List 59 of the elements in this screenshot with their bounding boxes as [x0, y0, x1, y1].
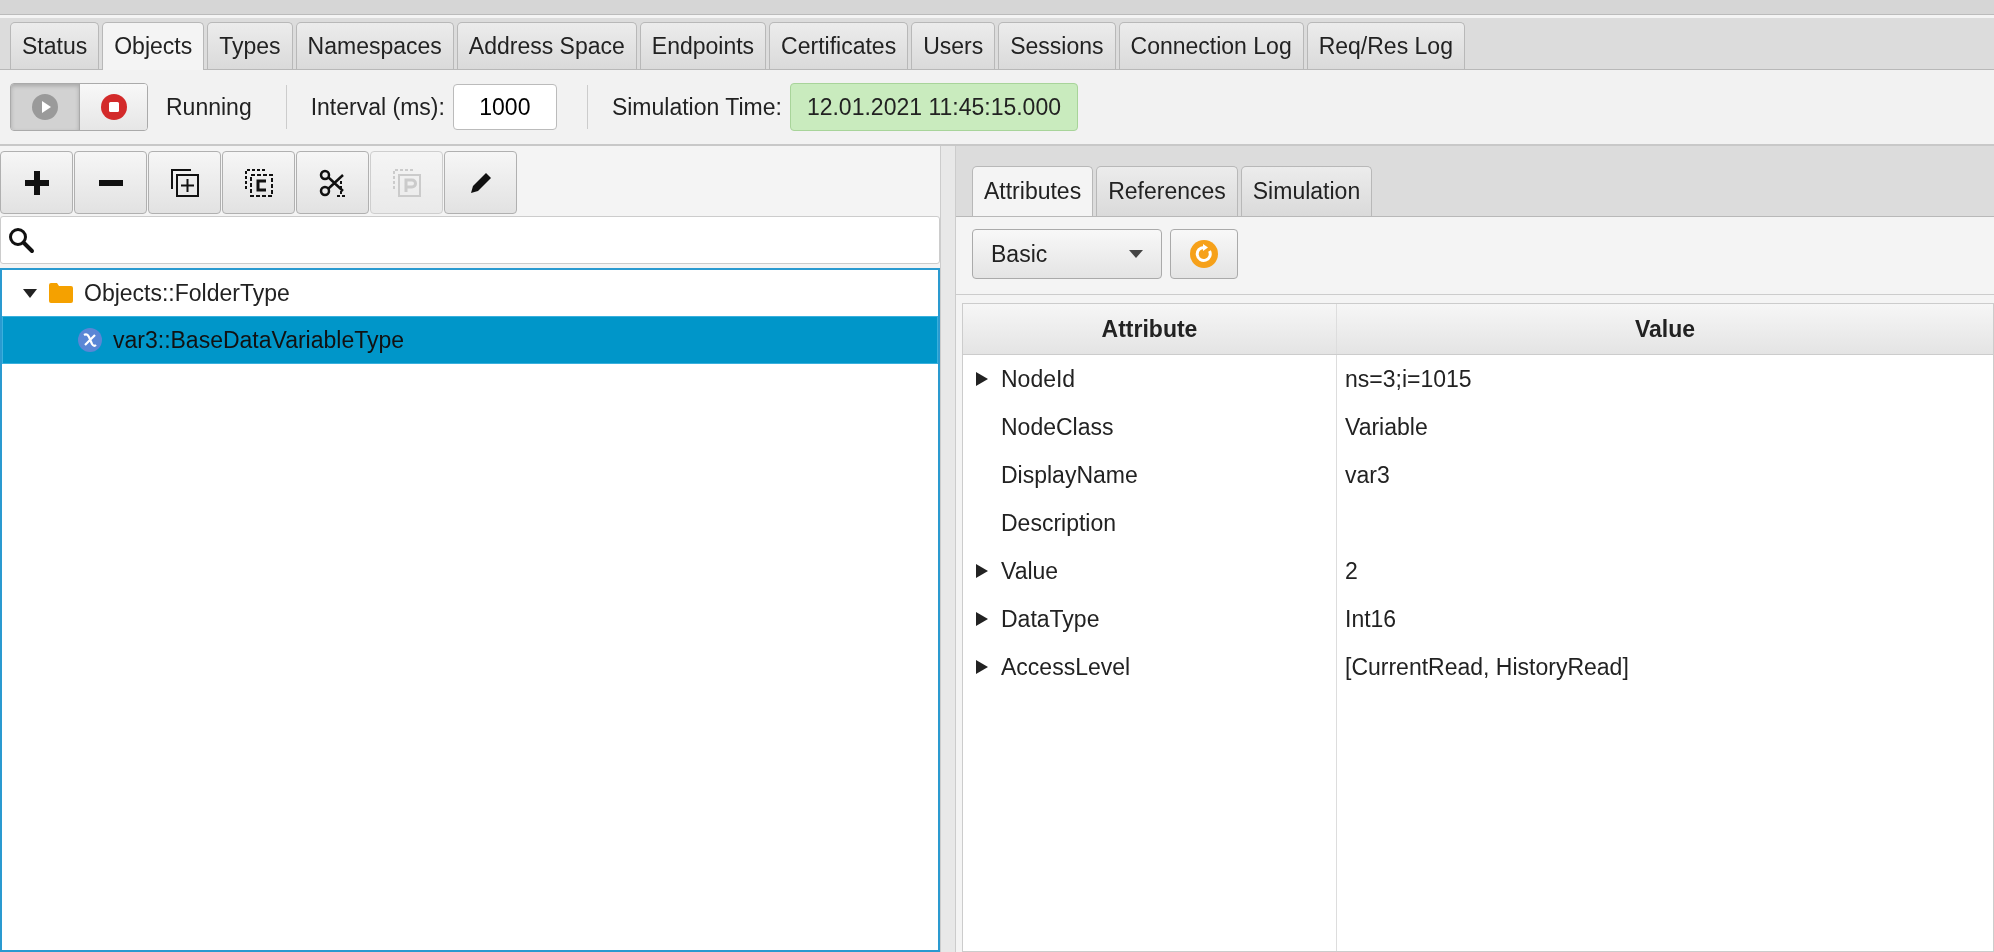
attribute-value: ns=3;i=1015 [1345, 365, 1472, 393]
tab[interactable]: Status [10, 22, 100, 69]
tab[interactable]: Objects [102, 22, 205, 70]
duplicate-icon [168, 166, 201, 199]
attribute-value: var3 [1345, 461, 1390, 489]
tab[interactable]: Types [207, 22, 293, 69]
search-field[interactable] [0, 216, 940, 264]
column-header[interactable]: Attribute [963, 304, 1337, 354]
attribute-name: DisplayName [1001, 461, 1138, 489]
attribute-name: Description [1001, 509, 1117, 537]
toolbar-button[interactable] [148, 151, 221, 214]
expand-arrow-icon[interactable] [975, 659, 989, 675]
tab[interactable]: References [1096, 166, 1238, 216]
attribute-value: [CurrentRead, HistoryRead] [1345, 653, 1629, 681]
attribute-name: NodeId [1001, 365, 1076, 393]
interval-field[interactable]: 1000 [452, 84, 557, 130]
attribute-value: Int16 [1345, 605, 1397, 633]
tab[interactable]: Address Space [456, 22, 637, 69]
toolbar-button[interactable] [296, 151, 369, 214]
toolbar-button[interactable] [74, 151, 147, 214]
expand-arrow-icon[interactable] [975, 611, 989, 627]
toolbar-button[interactable] [444, 151, 517, 214]
tree-item[interactable]: var3::BaseDataVariableType [2, 316, 938, 364]
paste-icon [390, 166, 423, 199]
simulation-state: Running [166, 93, 252, 121]
tab[interactable]: Namespaces [295, 22, 454, 69]
expand-arrow-icon[interactable] [975, 563, 989, 579]
attribute-name: NodeClass [1001, 413, 1114, 441]
tab[interactable]: Simulation [1240, 166, 1373, 216]
stop-icon [99, 93, 128, 121]
tab[interactable]: Endpoints [639, 22, 767, 69]
simulation-time-value: 12.01.2021 11:45:15.000 [789, 83, 1078, 131]
variable-icon [77, 327, 103, 353]
toolbar-button[interactable] [0, 151, 73, 214]
tree-item[interactable]: Objects::FolderType [2, 270, 938, 316]
attribute-value: 2 [1345, 557, 1358, 585]
expand-arrow-icon[interactable] [975, 371, 989, 387]
attribute-name: AccessLevel [1001, 653, 1131, 681]
tab[interactable]: Users [911, 22, 996, 69]
attribute-value: Variable [1345, 413, 1428, 441]
toolbar-button[interactable] [222, 151, 295, 214]
refresh-icon [1189, 239, 1219, 269]
search-icon [7, 226, 35, 254]
simulation-time-label: Simulation Time: [611, 93, 782, 121]
tab[interactable]: Attributes [972, 166, 1094, 216]
attribute-name: DataType [1001, 605, 1100, 633]
tab[interactable]: Sessions [998, 22, 1116, 69]
attribute-name: Value [1001, 557, 1059, 585]
play-icon [31, 93, 59, 121]
tab[interactable]: Connection Log [1118, 22, 1304, 69]
tab[interactable]: Certificates [769, 22, 909, 69]
interval-label: Interval (ms): [310, 93, 445, 121]
tab[interactable]: Req/Res Log [1306, 22, 1465, 69]
copy-icon [242, 166, 275, 199]
column-header[interactable]: Value [1337, 304, 1993, 354]
caret-icon [1129, 250, 1143, 258]
folder-icon [48, 282, 74, 304]
stop-button[interactable] [79, 84, 147, 130]
view-dropdown[interactable]: Basic [972, 229, 1162, 279]
